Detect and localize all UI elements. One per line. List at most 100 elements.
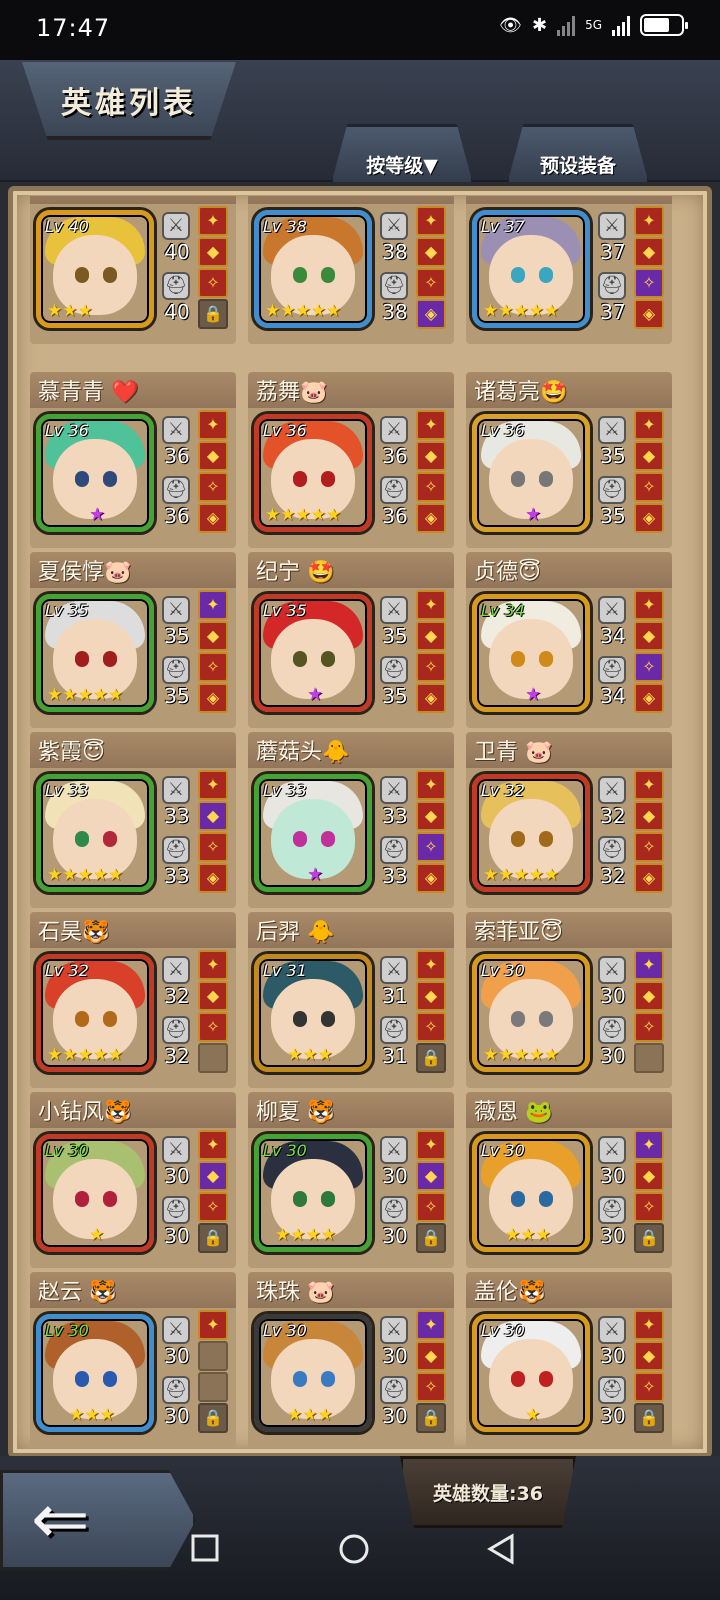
equipment-slot[interactable]: ◆ bbox=[634, 1341, 664, 1371]
hero-portrait[interactable]: Lv 30 ★ bbox=[472, 1314, 590, 1432]
hero-card[interactable]: 紫霞😇 Lv 33 ★★★★★ ⚔ 33 ⛑ 33 ✦ ◆ ✧ ◈ bbox=[30, 732, 236, 908]
equipment-slot[interactable]: ◈ bbox=[416, 683, 446, 713]
equipment-slot[interactable]: ✦ bbox=[634, 410, 664, 440]
hero-portrait[interactable]: Lv 30 ★ bbox=[36, 1134, 154, 1252]
equipment-slot[interactable]: ✦ bbox=[634, 206, 664, 236]
equipment-slot[interactable]: ◆ bbox=[198, 237, 228, 267]
empty-equipment-slot[interactable] bbox=[198, 1372, 228, 1402]
equipment-slot[interactable]: ✦ bbox=[198, 1310, 228, 1340]
equipment-slot[interactable]: ✦ bbox=[634, 1310, 664, 1340]
equipment-slot[interactable]: ◈ bbox=[634, 683, 664, 713]
hero-card[interactable]: 纪宁 🤩 Lv 35 ★ ⚔ 35 ⛑ 35 ✦ ◆ ✧ ◈ bbox=[248, 552, 454, 728]
equipment-slot[interactable]: ✦ bbox=[416, 1310, 446, 1340]
equipment-slot[interactable]: ◆ bbox=[198, 441, 228, 471]
equipment-slot[interactable]: ◈ bbox=[416, 299, 446, 329]
equipment-slot[interactable]: ✧ bbox=[416, 472, 446, 502]
equipment-slot[interactable]: ✦ bbox=[198, 1130, 228, 1160]
hero-portrait[interactable]: Lv 38 ★★★★★ bbox=[254, 210, 372, 328]
equipment-slot[interactable]: ✧ bbox=[416, 1012, 446, 1042]
equipment-slot[interactable]: ◈ bbox=[198, 863, 228, 893]
equipment-slot[interactable]: ✦ bbox=[416, 206, 446, 236]
equipment-slot[interactable]: ✦ bbox=[416, 410, 446, 440]
equipment-slot[interactable]: ◈ bbox=[416, 503, 446, 533]
equipment-slot[interactable]: ✦ bbox=[198, 206, 228, 236]
hero-portrait[interactable]: Lv 37 ★★★★★ bbox=[472, 210, 590, 328]
empty-equipment-slot[interactable] bbox=[634, 1043, 664, 1073]
equipment-slot[interactable]: ◆ bbox=[416, 441, 446, 471]
equipment-slot[interactable]: ◆ bbox=[634, 1161, 664, 1191]
equipment-slot[interactable]: ✦ bbox=[198, 950, 228, 980]
lock-icon[interactable]: 🔒 bbox=[416, 1043, 446, 1073]
hero-portrait[interactable]: Lv 30 ★★★★★ bbox=[472, 954, 590, 1072]
lock-icon[interactable]: 🔒 bbox=[416, 1403, 446, 1433]
equipment-slot[interactable]: ◈ bbox=[198, 503, 228, 533]
hero-card[interactable]: 珠珠 🐷 Lv 30 ★★★ ⚔ 30 ⛑ 30 ✦ ◆ ✧ 🔒 bbox=[248, 1272, 454, 1448]
equipment-slot[interactable]: ◈ bbox=[634, 299, 664, 329]
equipment-slot[interactable]: ✧ bbox=[634, 472, 664, 502]
hero-card[interactable]: 贞德😇 Lv 34 ★ ⚔ 34 ⛑ 34 ✦ ◆ ✧ ◈ bbox=[466, 552, 672, 728]
lock-icon[interactable]: 🔒 bbox=[634, 1223, 664, 1253]
equipment-slot[interactable]: ✧ bbox=[198, 832, 228, 862]
equipment-slot[interactable]: ◆ bbox=[416, 1161, 446, 1191]
equipment-slot[interactable]: ◆ bbox=[198, 621, 228, 651]
hero-portrait[interactable]: Lv 30 ★★★ bbox=[472, 1134, 590, 1252]
hero-portrait[interactable]: Lv 32 ★★★★★ bbox=[36, 954, 154, 1072]
equipment-slot[interactable]: ✧ bbox=[634, 1012, 664, 1042]
equipment-slot[interactable]: ✧ bbox=[198, 1012, 228, 1042]
empty-equipment-slot[interactable] bbox=[198, 1043, 228, 1073]
equipment-slot[interactable]: ✦ bbox=[634, 950, 664, 980]
equipment-slot[interactable]: ✦ bbox=[416, 590, 446, 620]
hero-portrait[interactable]: Lv 30 ★★★ bbox=[254, 1314, 372, 1432]
hero-card[interactable]: 荔舞🐷 Lv 36 ★★★★★ ⚔ 36 ⛑ 36 ✦ ◆ ✧ ◈ bbox=[248, 372, 454, 548]
equipment-slot[interactable]: ✦ bbox=[198, 590, 228, 620]
hero-card[interactable]: 柳夏 🐯 Lv 30 ★★★★ ⚔ 30 ⛑ 30 ✦ ◆ ✧ 🔒 bbox=[248, 1092, 454, 1268]
hero-card[interactable]: 薇恩 🐸 Lv 30 ★★★ ⚔ 30 ⛑ 30 ✦ ◆ ✧ 🔒 bbox=[466, 1092, 672, 1268]
equipment-slot[interactable]: ✧ bbox=[416, 652, 446, 682]
recent-apps-button[interactable] bbox=[190, 1533, 220, 1563]
equipment-slot[interactable]: ◈ bbox=[634, 503, 664, 533]
empty-equipment-slot[interactable] bbox=[198, 1341, 228, 1371]
hero-portrait[interactable]: Lv 33 ★ bbox=[254, 774, 372, 892]
equipment-slot[interactable]: ✧ bbox=[634, 1192, 664, 1222]
equipment-slot[interactable]: ✦ bbox=[634, 770, 664, 800]
hero-portrait[interactable]: Lv 30 ★★★ bbox=[36, 1314, 154, 1432]
hero-portrait[interactable]: Lv 34 ★ bbox=[472, 594, 590, 712]
equipment-slot[interactable]: ◆ bbox=[416, 237, 446, 267]
hero-card[interactable]: 慕青青 ❤️ Lv 36 ★ ⚔ 36 ⛑ 36 ✦ ◆ ✧ ◈ bbox=[30, 372, 236, 548]
hero-card[interactable]: Lv 40 ★★★ ⚔ 40 ⛑ 40 ✦ ◆ ✧ 🔒 bbox=[30, 196, 236, 344]
equipment-slot[interactable]: ◆ bbox=[634, 801, 664, 831]
equipment-slot[interactable]: ✧ bbox=[634, 268, 664, 298]
back-button[interactable]: ⇐ bbox=[0, 1470, 196, 1570]
hero-card[interactable]: Lv 38 ★★★★★ ⚔ 38 ⛑ 38 ✦ ◆ ✧ ◈ bbox=[248, 196, 454, 344]
equipment-slot[interactable]: ◆ bbox=[416, 621, 446, 651]
equipment-slot[interactable]: ◆ bbox=[416, 981, 446, 1011]
equipment-slot[interactable]: ◈ bbox=[634, 863, 664, 893]
hero-grid[interactable]: Lv 40 ★★★ ⚔ 40 ⛑ 40 ✦ ◆ ✧ 🔒 Lv 38 ★★★★★ ⚔ 38 ⛑… bbox=[30, 196, 692, 1454]
hero-card[interactable]: 卫青 🐷 Lv 32 ★★★★★ ⚔ 32 ⛑ 32 ✦ ◆ ✧ ◈ bbox=[466, 732, 672, 908]
equipment-slot[interactable]: ◆ bbox=[634, 621, 664, 651]
hero-portrait[interactable]: Lv 35 ★★★★★ bbox=[36, 594, 154, 712]
hero-portrait[interactable]: Lv 31 ★★★ bbox=[254, 954, 372, 1072]
equipment-slot[interactable]: ✧ bbox=[634, 652, 664, 682]
lock-icon[interactable]: 🔒 bbox=[198, 299, 228, 329]
lock-icon[interactable]: 🔒 bbox=[198, 1403, 228, 1433]
sort-by-level-button[interactable]: 按等级▼ bbox=[330, 124, 474, 188]
home-button[interactable] bbox=[338, 1533, 370, 1565]
equipment-slot[interactable]: ◈ bbox=[416, 863, 446, 893]
hero-portrait[interactable]: Lv 36 ★ bbox=[36, 414, 154, 532]
equipment-slot[interactable]: ✧ bbox=[634, 1372, 664, 1402]
hero-portrait[interactable]: Lv 36 ★★★★★ bbox=[254, 414, 372, 532]
equipment-slot[interactable]: ✧ bbox=[198, 1192, 228, 1222]
equipment-slot[interactable]: ✧ bbox=[634, 832, 664, 862]
equipment-slot[interactable]: ✧ bbox=[198, 472, 228, 502]
preset-equipment-button[interactable]: 预设装备 bbox=[506, 124, 650, 188]
equipment-slot[interactable]: ✦ bbox=[634, 1130, 664, 1160]
equipment-slot[interactable]: ◆ bbox=[198, 1161, 228, 1191]
equipment-slot[interactable]: ◆ bbox=[416, 1341, 446, 1371]
equipment-slot[interactable]: ◆ bbox=[634, 981, 664, 1011]
lock-icon[interactable]: 🔒 bbox=[416, 1223, 446, 1253]
equipment-slot[interactable]: ✧ bbox=[416, 1372, 446, 1402]
hero-card[interactable]: 盖伦🐯 Lv 30 ★ ⚔ 30 ⛑ 30 ✦ ◆ ✧ 🔒 bbox=[466, 1272, 672, 1448]
equipment-slot[interactable]: ✧ bbox=[416, 268, 446, 298]
equipment-slot[interactable]: ✦ bbox=[416, 770, 446, 800]
